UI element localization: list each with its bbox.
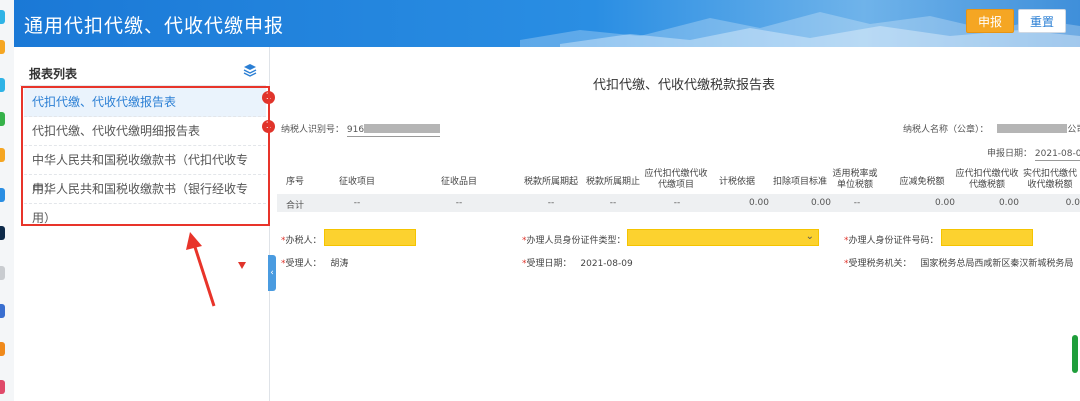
app-icon-strip bbox=[0, 0, 14, 401]
table-cell: 0.00 bbox=[998, 198, 1019, 208]
column-header: 实代扣代缴代收代缴税额 bbox=[1022, 169, 1077, 190]
taxpayer-name-suffix: 公司 bbox=[1067, 125, 1080, 135]
table-cell: 合计 bbox=[285, 201, 304, 211]
report-form: 代扣代缴、代收代缴税款报告表 纳税人识别号： 916 纳税人名称（公章）： 公司… bbox=[277, 47, 1080, 401]
id-number-input[interactable] bbox=[941, 229, 1033, 246]
caret-down-icon bbox=[238, 262, 246, 269]
declare-date-row: 申报日期： 2021-08-09 bbox=[987, 146, 1080, 161]
app-window: 通用代扣代缴、代收代缴申报 申报 重置 报表列表 代扣代缴、代收代缴报告表 1 … bbox=[0, 0, 1080, 401]
column-header: 税款所属期止 bbox=[585, 177, 640, 187]
table-cell: 0.00 bbox=[810, 198, 831, 208]
handler-label: 办税人： bbox=[285, 236, 322, 246]
column-header: 应代扣代缴代收代缴税额 bbox=[955, 169, 1019, 190]
receive-date-label: 受理日期： bbox=[526, 259, 572, 269]
id-number-label: 办理人身份证件号码： bbox=[848, 236, 939, 246]
sidebar-title: 报表列表 bbox=[29, 67, 78, 81]
taxpayer-id-label: 纳税人识别号： bbox=[281, 125, 345, 135]
receiver-row: *受理人： 胡涛 bbox=[281, 256, 348, 269]
column-header: 税款所属期起 bbox=[523, 177, 578, 187]
table-cell: -- bbox=[455, 198, 463, 208]
page-header: 通用代扣代缴、代收代缴申报 申报 重置 bbox=[0, 0, 1080, 47]
handler-label-group: *办税人： bbox=[281, 233, 322, 246]
receive-date-row: *受理日期： 2021-08-09 bbox=[522, 256, 633, 269]
reset-button[interactable]: 重置 bbox=[1018, 9, 1066, 33]
submit-button[interactable]: 申报 bbox=[966, 9, 1014, 33]
table-cell: -- bbox=[853, 198, 861, 208]
table-cell: -- bbox=[547, 198, 555, 208]
id-type-select[interactable]: ⌄ bbox=[627, 229, 819, 246]
tax-office-label: 受理税务机关： bbox=[848, 259, 912, 269]
table-cell: -- bbox=[609, 198, 617, 208]
taxpayer-id-value: 916 bbox=[346, 125, 365, 135]
form-title: 代扣代缴、代收代缴税款报告表 bbox=[593, 78, 776, 93]
layers-icon[interactable] bbox=[243, 63, 257, 77]
column-header: 应代扣代缴代收代缴项目 bbox=[644, 169, 708, 190]
column-header: 应减免税额 bbox=[899, 177, 945, 187]
chevron-down-icon: ⌄ bbox=[805, 231, 814, 242]
collapse-icon[interactable]: ‹ bbox=[268, 255, 276, 291]
masked-text bbox=[364, 124, 441, 133]
column-header: 征收品目 bbox=[440, 177, 477, 187]
table-cell: -- bbox=[673, 198, 681, 208]
id-number-label-group: *办理人身份证件号码： bbox=[844, 233, 939, 246]
taxpayer-id-field: 916 bbox=[346, 124, 441, 137]
scroll-indicator[interactable] bbox=[1072, 335, 1078, 373]
receive-date-value: 2021-08-09 bbox=[580, 259, 633, 269]
masked-text bbox=[997, 124, 1068, 133]
id-type-label-group: *办理人员身份证件类型： bbox=[522, 233, 626, 246]
page-title: 通用代扣代缴、代收代缴申报 bbox=[24, 15, 285, 37]
receiver-value: 胡涛 bbox=[330, 259, 349, 269]
taxpayer-id-row: 纳税人识别号： 916 bbox=[281, 122, 441, 137]
declare-date-label: 申报日期： bbox=[987, 149, 1033, 159]
taxpayer-name-label: 纳税人名称（公章）： bbox=[903, 125, 989, 135]
tax-office-row: *受理税务机关： 国家税务总局西咸新区秦汉新城税务局 bbox=[844, 256, 1073, 269]
column-header: 计税依据 bbox=[718, 177, 755, 187]
table-cell: 0.0 bbox=[1065, 198, 1080, 208]
receiver-label: 受理人： bbox=[285, 259, 322, 269]
annotation-arrow-icon bbox=[186, 232, 216, 307]
handler-input[interactable] bbox=[324, 229, 416, 246]
taxpayer-name-row: 纳税人名称（公章）： 公司 bbox=[903, 122, 1080, 135]
tax-office-value: 国家税务总局西咸新区秦汉新城税务局 bbox=[920, 259, 1074, 269]
column-header: 征收项目 bbox=[338, 177, 375, 187]
table-cell: -- bbox=[353, 198, 361, 208]
column-header: 序号 bbox=[285, 177, 304, 187]
declare-date-value: 2021-08-09 bbox=[1034, 149, 1080, 161]
highlight-annotation-box bbox=[21, 86, 270, 226]
table-cell: 0.00 bbox=[934, 198, 955, 208]
table-cell: 0.00 bbox=[748, 198, 769, 208]
column-header: 扣除项目标准 bbox=[772, 177, 827, 187]
id-type-label: 办理人员身份证件类型： bbox=[526, 236, 626, 246]
column-header: 适用税率或单位税额 bbox=[832, 169, 878, 190]
